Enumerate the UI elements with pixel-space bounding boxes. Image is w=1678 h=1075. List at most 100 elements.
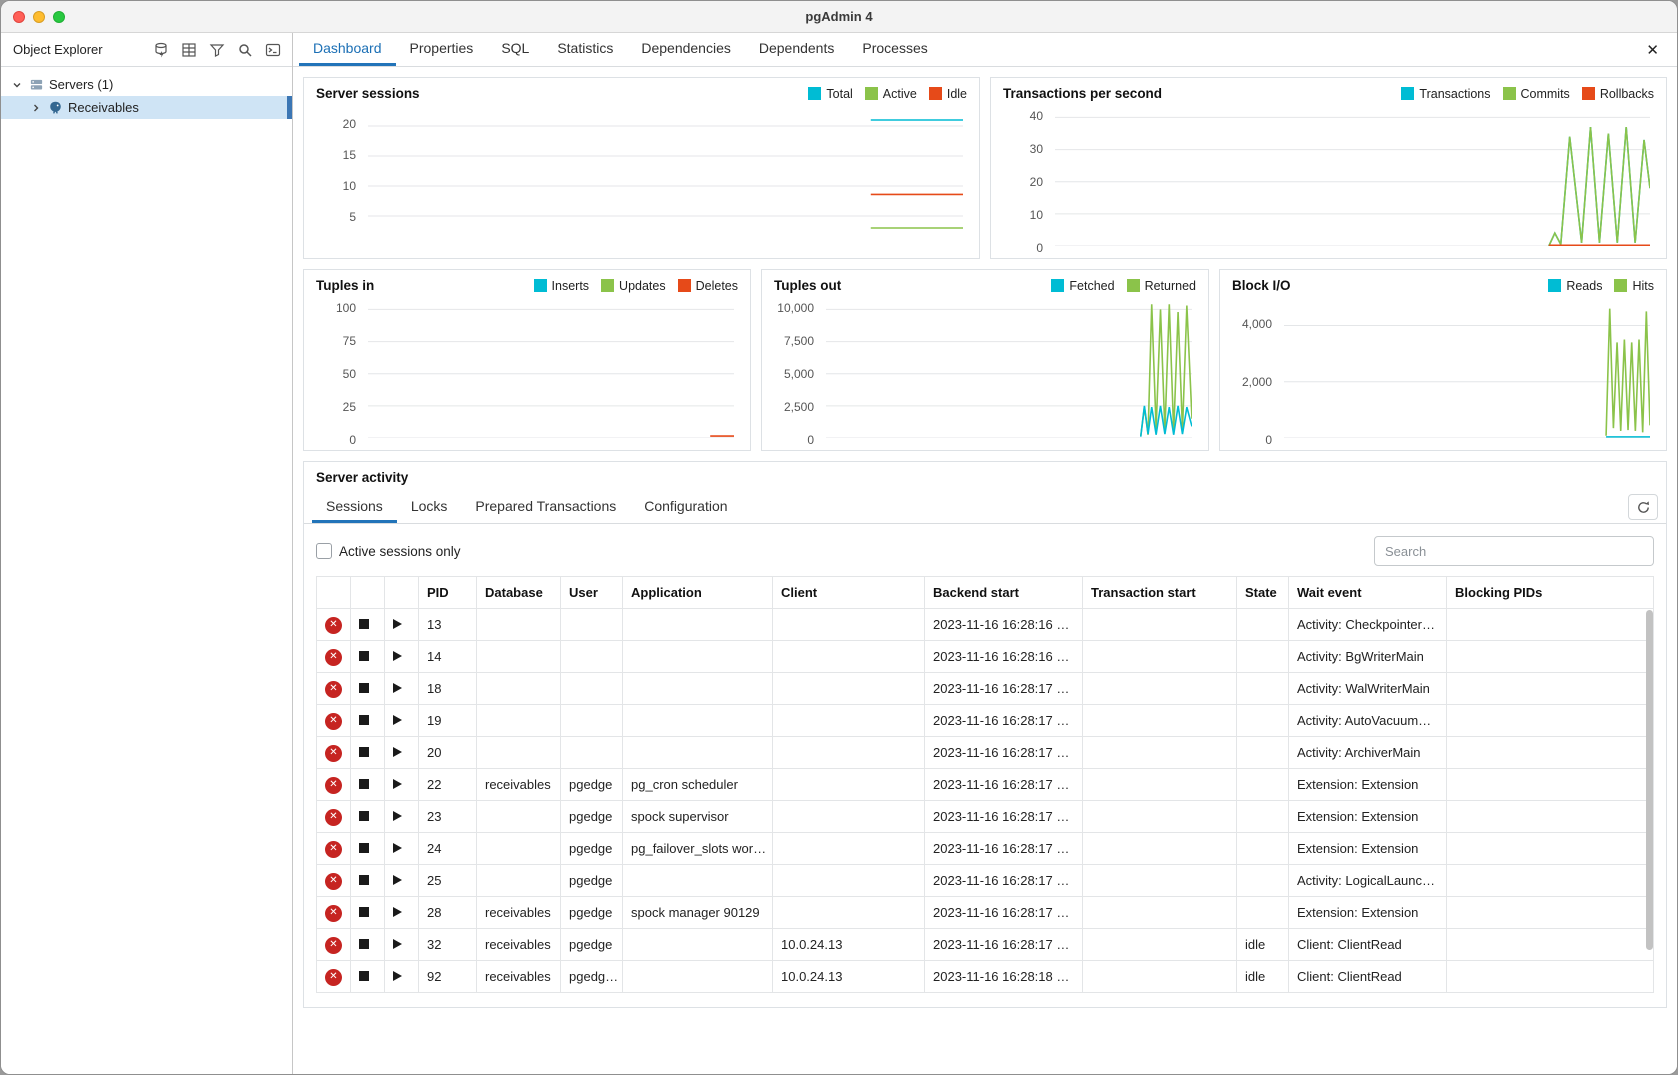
cancel-query-button[interactable] [351,961,385,993]
cancel-query-button[interactable] [351,673,385,705]
tree-item-receivables[interactable]: Receivables [1,96,292,119]
column-header-transaction-start[interactable]: Transaction start [1083,577,1237,609]
terminate-session-button[interactable]: ✕ [317,609,351,641]
minimize-window-button[interactable] [33,11,45,23]
filter-button[interactable] [204,38,230,62]
session-row[interactable]: ✕132023-11-16 16:28:16 …Activity: Checkp… [317,609,1654,641]
session-row[interactable]: ✕24pgedgepg_failover_slots wor…2023-11-1… [317,833,1654,865]
view-details-button[interactable] [385,865,419,897]
session-row[interactable]: ✕23pgedgespock supervisor2023-11-16 16:2… [317,801,1654,833]
cell-pid: 25 [419,865,477,897]
cancel-icon: ✕ [325,777,342,794]
terminate-session-button[interactable]: ✕ [317,705,351,737]
terminate-session-button[interactable]: ✕ [317,673,351,705]
cancel-query-button[interactable] [351,769,385,801]
activity-tab-prepared-transactions[interactable]: Prepared Transactions [461,491,630,523]
tab-sql[interactable]: SQL [487,33,543,66]
session-row[interactable]: ✕202023-11-16 16:28:17 …Activity: Archiv… [317,737,1654,769]
active-sessions-checkbox[interactable] [316,543,332,559]
cancel-query-button[interactable] [351,705,385,737]
terminate-session-button[interactable]: ✕ [317,897,351,929]
session-row[interactable]: ✕22receivablespgedgepg_cron scheduler202… [317,769,1654,801]
view-details-button[interactable] [385,705,419,737]
terminate-session-button[interactable]: ✕ [317,769,351,801]
column-header-icon[interactable] [351,577,385,609]
cancel-query-button[interactable] [351,833,385,865]
table-scrollbar[interactable] [1646,610,1653,950]
query-tool-button[interactable] [176,38,202,62]
view-details-button[interactable] [385,897,419,929]
column-header-pid[interactable]: PID [419,577,477,609]
psql-tool-button[interactable] [260,38,286,62]
column-header-state[interactable]: State [1237,577,1289,609]
activity-tab-sessions[interactable]: Sessions [312,491,397,523]
tree-item-servers[interactable]: Servers (1) [1,73,292,96]
tab-properties[interactable]: Properties [396,33,488,66]
view-details-button[interactable] [385,737,419,769]
cancel-query-button[interactable] [351,897,385,929]
session-row[interactable]: ✕25pgedge2023-11-16 16:28:17 …Activity: … [317,865,1654,897]
terminate-session-button[interactable]: ✕ [317,865,351,897]
view-details-button[interactable] [385,929,419,961]
terminate-session-button[interactable]: ✕ [317,833,351,865]
session-row[interactable]: ✕92receivablespgedg…10.0.24.132023-11-16… [317,961,1654,993]
session-row[interactable]: ✕142023-11-16 16:28:16 …Activity: BgWrit… [317,641,1654,673]
column-header-blocking-pids[interactable]: Blocking PIDs [1447,577,1654,609]
view-details-button[interactable] [385,801,419,833]
column-header-icon[interactable] [385,577,419,609]
column-header-wait-event[interactable]: Wait event [1289,577,1447,609]
legend-item-returned: Returned [1127,279,1196,293]
view-details-button[interactable] [385,769,419,801]
terminate-session-button[interactable]: ✕ [317,641,351,673]
column-header-client[interactable]: Client [773,577,925,609]
cancel-query-button[interactable] [351,929,385,961]
column-header-application[interactable]: Application [623,577,773,609]
session-row[interactable]: ✕182023-11-16 16:28:17 …Activity: WalWri… [317,673,1654,705]
view-details-button[interactable] [385,833,419,865]
close-panel-icon[interactable]: ✕ [1634,37,1671,63]
cancel-query-button[interactable] [351,801,385,833]
refresh-button[interactable] [1628,494,1658,520]
column-header-icon[interactable] [317,577,351,609]
close-window-button[interactable] [13,11,25,23]
column-header-user[interactable]: User [561,577,623,609]
chevron-right-icon[interactable] [30,102,42,114]
tab-statistics[interactable]: Statistics [543,33,627,66]
object-explorer-title: Object Explorer [13,42,103,57]
cancel-query-button[interactable] [351,865,385,897]
legend-swatch [1503,87,1516,100]
zoom-window-button[interactable] [53,11,65,23]
cancel-icon: ✕ [325,969,342,986]
search-objects-button[interactable] [232,38,258,62]
terminate-session-button[interactable]: ✕ [317,801,351,833]
view-details-button[interactable] [385,961,419,993]
cancel-query-button[interactable] [351,609,385,641]
session-row[interactable]: ✕28receivablespgedgespock manager 901292… [317,897,1654,929]
tab-dependencies[interactable]: Dependencies [627,33,745,66]
connect-server-button[interactable] [148,38,174,62]
tab-dashboard[interactable]: Dashboard [299,33,396,66]
activity-tab-locks[interactable]: Locks [397,491,462,523]
terminate-session-button[interactable]: ✕ [317,737,351,769]
cancel-query-button[interactable] [351,641,385,673]
column-header-backend-start[interactable]: Backend start [925,577,1083,609]
activity-tab-configuration[interactable]: Configuration [630,491,741,523]
cell-user [561,673,623,705]
terminate-session-button[interactable]: ✕ [317,929,351,961]
session-row[interactable]: ✕32receivablespgedge10.0.24.132023-11-16… [317,929,1654,961]
cancel-query-button[interactable] [351,737,385,769]
column-header-database[interactable]: Database [477,577,561,609]
session-row[interactable]: ✕192023-11-16 16:28:17 …Activity: AutoVa… [317,705,1654,737]
chevron-down-icon[interactable] [11,79,23,91]
view-details-button[interactable] [385,609,419,641]
view-details-button[interactable] [385,641,419,673]
view-details-button[interactable] [385,673,419,705]
search-input[interactable] [1374,536,1654,566]
cell-pid: 22 [419,769,477,801]
tab-processes[interactable]: Processes [848,33,941,66]
cell-client [773,865,925,897]
tab-dependents[interactable]: Dependents [745,33,849,66]
tree-item-label: Servers (1) [49,77,113,92]
terminate-session-button[interactable]: ✕ [317,961,351,993]
cell-backend-start: 2023-11-16 16:28:17 … [925,673,1083,705]
